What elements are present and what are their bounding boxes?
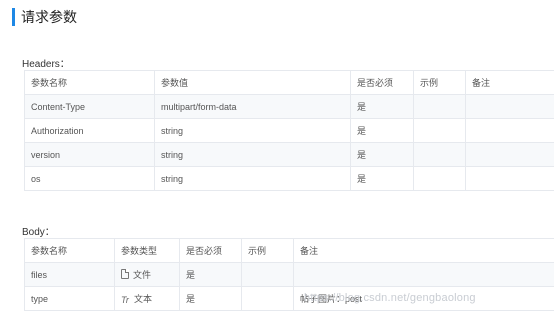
headers-label: Headers：: [22, 59, 70, 70]
table-row: version string 是: [24, 142, 554, 167]
param-type-cell: 文件: [114, 262, 180, 287]
column-header: 是否必须: [179, 238, 242, 263]
watermark-text: https://blog.csdn.net/gengbaolong: [304, 292, 476, 304]
note-cell: [293, 262, 554, 287]
param-value-cell: multipart/form-data: [154, 94, 351, 119]
param-name-cell: os: [24, 166, 155, 191]
file-icon: [121, 269, 129, 279]
section-title: 请求参数: [12, 8, 77, 26]
example-cell: [241, 286, 294, 311]
table-header-row: 参数名称 参数类型 是否必须 示例 备注: [24, 238, 554, 263]
note-cell: [465, 142, 554, 167]
table-row: os string 是: [24, 166, 554, 191]
param-type-label: 文本: [134, 294, 153, 304]
required-cell: 是: [350, 142, 414, 167]
param-value-cell: string: [154, 142, 351, 167]
example-cell: [413, 94, 466, 119]
text-icon: Tr: [121, 294, 129, 305]
note-cell: [465, 166, 554, 191]
required-cell: 是: [350, 94, 414, 119]
column-header: 参数值: [154, 70, 351, 95]
param-name-cell: files: [24, 262, 115, 287]
column-header: 备注: [465, 70, 554, 95]
column-header: 参数名称: [24, 238, 115, 263]
param-type-label: 文件: [133, 270, 152, 280]
table-row: Content-Type multipart/form-data 是: [24, 94, 554, 119]
param-name-cell: version: [24, 142, 155, 167]
required-cell: 是: [179, 262, 242, 287]
headers-table: 参数名称 参数值 是否必须 示例 备注 Content-Type multipa…: [24, 70, 554, 191]
example-cell: [413, 166, 466, 191]
example-cell: [413, 118, 466, 143]
example-cell: [413, 142, 466, 167]
required-cell: 是: [350, 118, 414, 143]
column-header: 是否必须: [350, 70, 414, 95]
table-header-row: 参数名称 参数值 是否必须 示例 备注: [24, 70, 554, 95]
required-cell: 是: [179, 286, 242, 311]
param-type-cell: Tr 文本: [114, 286, 180, 311]
column-header: 参数类型: [114, 238, 180, 263]
column-header: 示例: [413, 70, 466, 95]
table-row: files 文件 是: [24, 262, 554, 287]
param-name-cell: Content-Type: [24, 94, 155, 119]
body-label: Body：: [22, 227, 55, 238]
param-name-cell: type: [24, 286, 115, 311]
param-value-cell: string: [154, 166, 351, 191]
note-cell: [465, 118, 554, 143]
column-header: 示例: [241, 238, 294, 263]
table-row: Authorization string 是: [24, 118, 554, 143]
param-value-cell: string: [154, 118, 351, 143]
column-header: 备注: [293, 238, 554, 263]
required-cell: 是: [350, 166, 414, 191]
param-name-cell: Authorization: [24, 118, 155, 143]
example-cell: [241, 262, 294, 287]
column-header: 参数名称: [24, 70, 155, 95]
note-cell: [465, 94, 554, 119]
